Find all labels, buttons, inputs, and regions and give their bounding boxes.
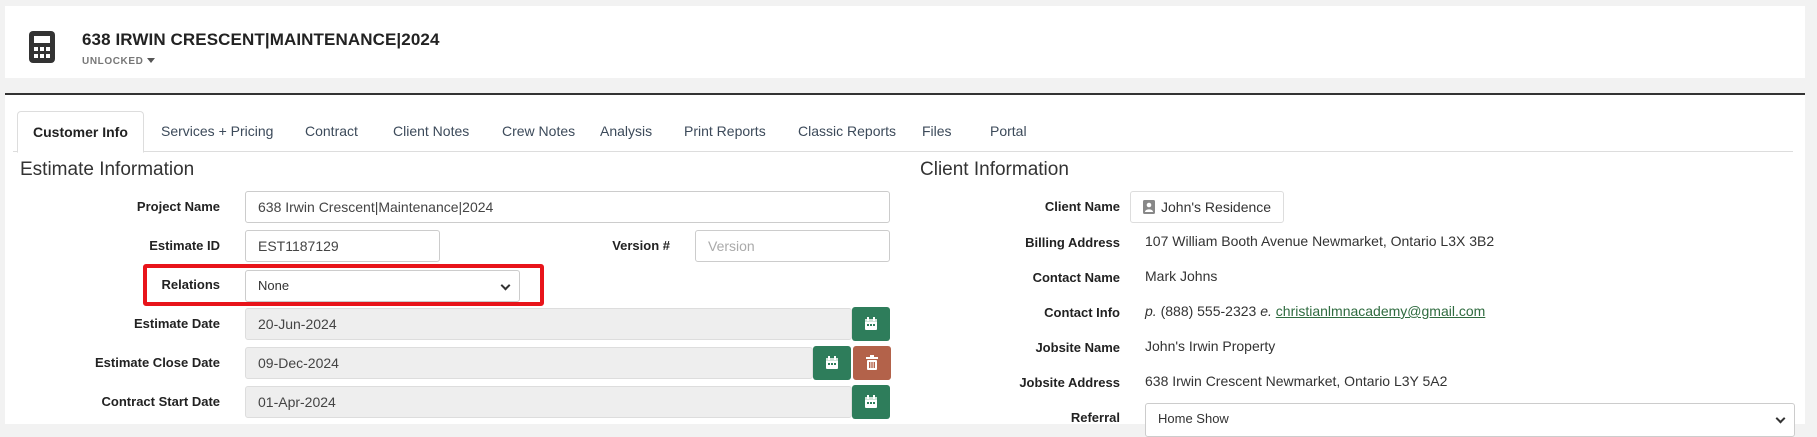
version-label: Version # [612, 238, 670, 253]
tab-services-pricing[interactable]: Services + Pricing [146, 111, 288, 151]
referral-select[interactable]: Home Show [1145, 403, 1795, 437]
calendar-icon [865, 317, 877, 330]
client-name-value: John's Residence [1161, 199, 1272, 215]
estimate-id-input[interactable]: EST1187129 [245, 230, 440, 262]
contact-info-value: p. (888) 555-2323 e. christianlmnacademy… [1145, 303, 1485, 319]
tab-print-reports[interactable]: Print Reports [669, 111, 781, 151]
lock-status-label: UNLOCKED [82, 56, 144, 67]
estimate-title: 638 IRWIN CRESCENT|MAINTENANCE|2024 [82, 30, 440, 49]
jobsite-name-value: John's Irwin Property [1145, 338, 1276, 354]
project-name-input[interactable]: 638 Irwin Crescent|Maintenance|2024 [245, 191, 890, 223]
contact-info-label: Contact Info [1044, 305, 1120, 320]
tab-contract[interactable]: Contract [290, 111, 373, 151]
jobsite-address-value: 638 Irwin Crescent Newmarket, Ontario L3… [1145, 373, 1448, 389]
relations-highlight-box [143, 264, 544, 306]
client-name-label: Client Name [1044, 199, 1120, 214]
email-prefix: e. [1260, 303, 1272, 319]
tab-bar: Customer Info Services + Pricing Contrac… [13, 111, 1793, 153]
project-name-label: Project Name [136, 199, 220, 214]
estimate-date-label: Estimate Date [134, 316, 220, 331]
email-link[interactable]: christianlmnacademy@gmail.com [1276, 303, 1486, 319]
contact-name-label: Contact Name [1032, 270, 1120, 285]
jobsite-name-label: Jobsite Name [1035, 340, 1120, 355]
tab-analysis[interactable]: Analysis [585, 111, 667, 151]
estimate-information-heading: Estimate Information [20, 159, 195, 180]
contract-start-date-label: Contract Start Date [101, 394, 220, 409]
billing-address-label: Billing Address [1025, 235, 1120, 250]
estimate-id-label: Estimate ID [149, 238, 220, 253]
header-bar: 638 IRWIN CRESCENT|MAINTENANCE|2024 UNLO… [5, 6, 1805, 78]
trash-icon [866, 355, 878, 370]
caret-down-icon [147, 58, 156, 63]
version-input[interactable]: Version [695, 230, 890, 262]
client-information-heading: Client Information [920, 159, 1069, 180]
tab-classic-reports[interactable]: Classic Reports [783, 111, 911, 151]
estimate-close-date-input[interactable]: 09-Dec-2024 [245, 347, 813, 379]
main-content: Customer Info Services + Pricing Contrac… [5, 95, 1805, 437]
close-date-calendar-button[interactable] [813, 346, 851, 380]
estimate-date-calendar-button[interactable] [852, 307, 890, 341]
referral-label: Referral [1070, 410, 1120, 425]
contact-card-icon [1143, 200, 1155, 214]
contact-name-value: Mark Johns [1145, 268, 1218, 284]
client-name-chip[interactable]: John's Residence [1130, 191, 1285, 223]
billing-address-value: 107 William Booth Avenue Newmarket, Onta… [1145, 233, 1495, 249]
calendar-icon [865, 395, 877, 408]
contract-start-date-input[interactable]: 01-Apr-2024 [245, 386, 852, 418]
lock-status-dropdown[interactable]: UNLOCKED [82, 56, 156, 67]
chevron-down-icon [1775, 413, 1786, 424]
estimate-close-date-label: Estimate Close Date [95, 355, 220, 370]
clear-close-date-button[interactable] [853, 346, 891, 380]
tab-client-notes[interactable]: Client Notes [378, 111, 484, 151]
tab-crew-notes[interactable]: Crew Notes [487, 111, 590, 151]
tab-customer-info[interactable]: Customer Info [17, 111, 144, 153]
phone-value: (888) 555-2323 [1160, 303, 1257, 319]
tab-portal[interactable]: Portal [975, 111, 1042, 151]
phone-prefix: p. [1145, 303, 1157, 319]
contract-start-calendar-button[interactable] [852, 385, 890, 419]
tab-files[interactable]: Files [907, 111, 967, 151]
jobsite-address-label: Jobsite Address [1019, 375, 1120, 390]
calculator-icon [29, 31, 55, 63]
calendar-icon [826, 356, 838, 369]
estimate-date-input[interactable]: 20-Jun-2024 [245, 308, 852, 340]
